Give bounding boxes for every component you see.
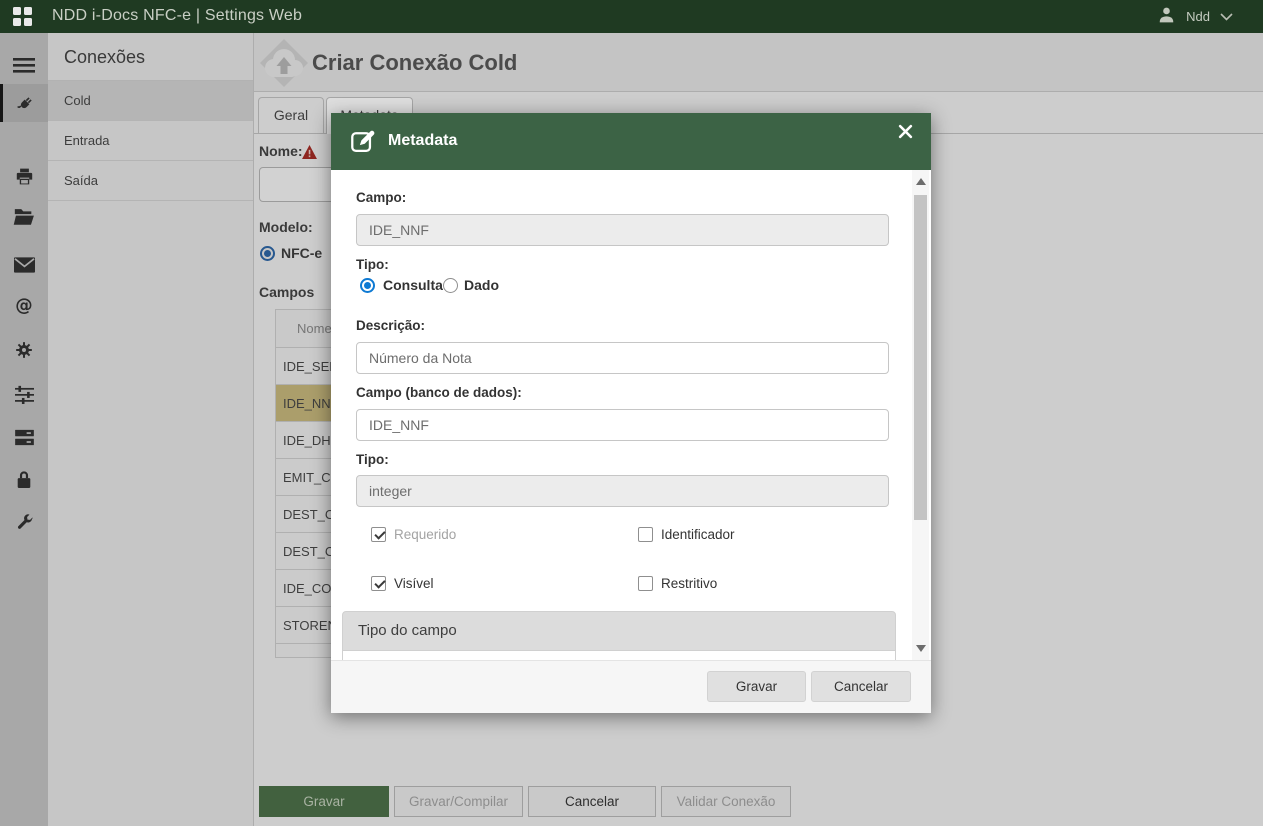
app-title: NDD i-Docs NFC-e | Settings Web [52, 7, 302, 25]
wrench-icon [15, 513, 34, 532]
tipo-label: Tipo: [356, 257, 389, 272]
gravar-compilar-button[interactable]: Gravar/Compilar [394, 786, 523, 817]
requerido-label: Requerido [394, 527, 456, 542]
sidebar-item-mail[interactable] [0, 246, 48, 284]
tipo-radio-dado[interactable] [443, 278, 458, 293]
tab-geral[interactable]: Geral [258, 97, 324, 134]
user-menu[interactable]: Ndd [1157, 0, 1233, 33]
sidebar-item-printer[interactable] [0, 157, 48, 195]
cancelar-button[interactable]: Cancelar [528, 786, 656, 817]
folder-open-icon [13, 207, 35, 226]
tipo-radio-dado-label: Dado [464, 277, 499, 293]
cloud-upload-icon [258, 39, 310, 92]
descricao-label: Descrição: [356, 318, 425, 333]
campo-bd-label: Campo (banco de dados): [356, 385, 522, 400]
user-name: Ndd [1186, 9, 1210, 24]
campos-label: Campos [259, 284, 314, 300]
visivel-checkbox[interactable] [371, 576, 386, 591]
sliders-icon [14, 385, 35, 404]
visivel-label: Visível [394, 576, 434, 591]
connection-item-saida[interactable]: Saída [48, 161, 253, 201]
sidebar-item-plug[interactable] [0, 84, 48, 122]
sidebar-item-security[interactable] [0, 460, 48, 498]
campo-label: Campo: [356, 190, 406, 205]
sidebar-item-preferences[interactable] [0, 375, 48, 413]
modal-footer: Gravar Cancelar [331, 660, 931, 713]
gravar-button[interactable]: Gravar [259, 786, 389, 817]
svg-text:@: @ [15, 296, 32, 316]
icon-sidebar: @ [0, 33, 48, 826]
campo-bd-input[interactable] [356, 409, 889, 441]
validar-conexao-button[interactable]: Validar Conexão [661, 786, 791, 817]
tipo-dado-input [356, 475, 889, 507]
restritivo-checkbox[interactable] [638, 576, 653, 591]
gear-icon [14, 340, 34, 360]
modelo-radio-nfce[interactable] [260, 246, 275, 261]
sidebar-item-servers[interactable] [0, 418, 48, 456]
connection-item-entrada[interactable]: Entrada [48, 121, 253, 161]
lock-icon [15, 469, 33, 489]
modal-title: Metadata [388, 132, 457, 150]
close-icon[interactable] [898, 124, 914, 140]
app-logo-icon[interactable] [13, 7, 33, 27]
modal-gravar-button[interactable]: Gravar [707, 671, 806, 702]
modal-scrollbar [912, 170, 929, 660]
tipo-dado-label: Tipo: [356, 452, 389, 467]
sidebar-item-at[interactable]: @ [0, 287, 48, 325]
scroll-down-arrow-icon[interactable] [916, 645, 926, 652]
user-icon [1157, 5, 1176, 29]
sidebar-toggle-menu[interactable] [0, 45, 48, 85]
modal-header: Metadata [331, 113, 931, 170]
requerido-checkbox [371, 527, 386, 542]
modelo-label: Modelo: [259, 219, 313, 235]
scrollbar-thumb[interactable] [914, 195, 927, 520]
warning-icon [302, 145, 317, 164]
menu-icon [13, 58, 35, 73]
connections-panel: Conexões Cold Entrada Saída [48, 33, 254, 826]
scroll-up-arrow-icon[interactable] [916, 178, 926, 185]
section-header-tipo-do-campo: Tipo do campo [342, 611, 896, 651]
section-body-partial [342, 651, 896, 660]
identificador-label: Identificador [661, 527, 735, 542]
sidebar-item-tools[interactable] [0, 503, 48, 541]
restritivo-label: Restritivo [661, 576, 717, 591]
page-title: Criar Conexão Cold [312, 50, 517, 76]
connection-item-cold[interactable]: Cold [48, 81, 253, 121]
campo-input [356, 214, 889, 246]
descricao-input[interactable] [356, 342, 889, 374]
page-header-band: Criar Conexão Cold [254, 33, 1263, 92]
tipo-radio-consulta[interactable] [360, 278, 375, 293]
sidebar-item-settings[interactable] [0, 331, 48, 369]
top-bar: NDD i-Docs NFC-e | Settings Web Ndd [0, 0, 1263, 33]
plug-icon [15, 93, 36, 114]
edit-icon [350, 127, 377, 159]
metadata-modal: Metadata Campo: Tipo: Consulta Dado Desc… [331, 113, 931, 713]
identificador-checkbox[interactable] [638, 527, 653, 542]
printer-icon [14, 166, 35, 187]
nome-label: Nome: [259, 143, 303, 159]
envelope-icon [14, 257, 35, 273]
tipo-radio-consulta-label: Consulta [383, 277, 443, 293]
at-sign-icon: @ [13, 295, 35, 317]
modelo-radio-nfce-label: NFC-e [281, 245, 322, 261]
sidebar-item-folder[interactable] [0, 197, 48, 235]
connections-panel-title: Conexões [48, 33, 253, 81]
chevron-down-icon [1220, 8, 1233, 26]
server-icon [14, 429, 35, 446]
modal-cancelar-button[interactable]: Cancelar [811, 671, 911, 702]
